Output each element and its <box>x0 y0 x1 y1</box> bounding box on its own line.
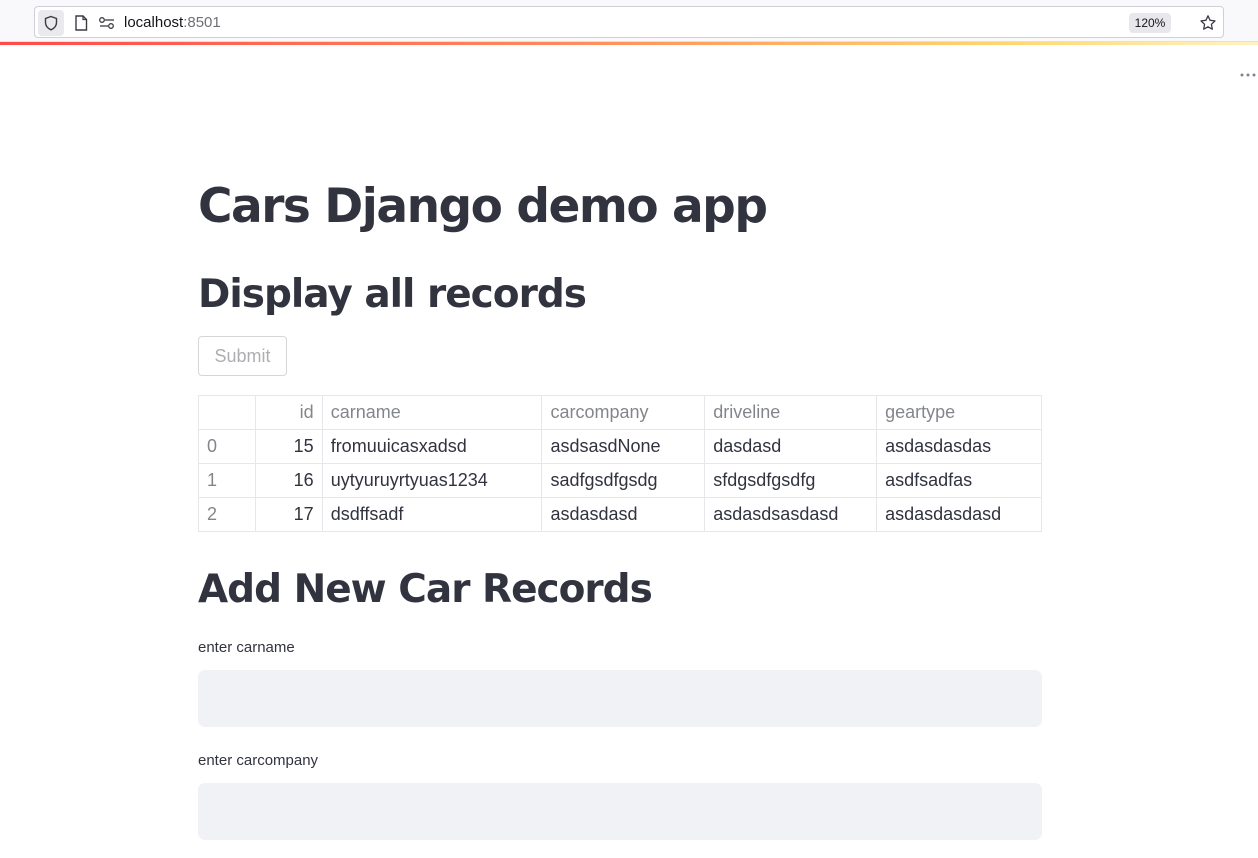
column-header-geartype[interactable]: geartype <box>876 395 1042 430</box>
carcompany-label: enter carcompany <box>198 752 319 769</box>
cell-carcompany: asdasdasd <box>541 497 706 532</box>
cell-carname: fromuuicasxadsd <box>321 429 543 464</box>
page-title: Cars Django demo app <box>198 179 768 234</box>
address-bar[interactable]: localhost:8501 120% <box>34 6 1224 38</box>
row-index: 0 <box>198 429 256 464</box>
cell-carcompany: asdsasdNone <box>541 429 706 464</box>
carname-label: enter carname <box>198 639 295 656</box>
url-host: localhost <box>124 14 184 31</box>
column-header-driveline[interactable]: driveline <box>704 395 878 430</box>
table-header-row: id carname carcompany driveline geartype <box>198 395 1042 430</box>
column-header-index[interactable] <box>198 395 256 430</box>
column-header-carcompany[interactable]: carcompany <box>541 395 706 430</box>
submit-button[interactable]: Submit <box>198 336 287 376</box>
row-index: 1 <box>198 463 256 498</box>
carname-input[interactable] <box>198 670 1042 727</box>
cell-carcompany: sadfgsdfgsdg <box>541 463 706 498</box>
cell-id: 15 <box>254 429 323 464</box>
browser-toolbar: localhost:8501 120% <box>0 0 1258 42</box>
table-row: 0 15 fromuuicasxadsd asdsasdNone dasdasd… <box>198 429 1042 464</box>
cell-geartype: asdasdasdasd <box>876 497 1042 532</box>
page-icon <box>71 7 91 39</box>
loading-decoration-bar <box>0 42 1258 45</box>
add-records-heading: Add New Car Records <box>198 567 653 612</box>
cell-carname: dsdffsadf <box>321 497 543 532</box>
display-records-heading: Display all records <box>198 272 587 317</box>
records-table: id carname carcompany driveline geartype… <box>198 395 1042 532</box>
url-text[interactable]: localhost:8501 <box>124 7 221 39</box>
cell-driveline: sfdgsdfgsdfg <box>704 463 878 498</box>
star-icon[interactable] <box>1193 7 1223 39</box>
row-index: 2 <box>198 497 256 532</box>
site-info-icon[interactable] <box>96 7 118 39</box>
cell-id: 17 <box>254 497 323 532</box>
zoom-level-badge[interactable]: 120% <box>1129 13 1171 33</box>
table-row: 1 16 uytyuruyrtyuas1234 sadfgsdfgsdg sfd… <box>198 463 1042 498</box>
url-port: :8501 <box>183 14 221 31</box>
carcompany-input[interactable] <box>198 783 1042 840</box>
cell-id: 16 <box>254 463 323 498</box>
cell-driveline: asdasdsasdasd <box>704 497 878 532</box>
cell-driveline: dasdasd <box>704 429 878 464</box>
cell-geartype: asdfsadfas <box>876 463 1042 498</box>
shield-icon[interactable] <box>38 10 64 36</box>
column-header-carname[interactable]: carname <box>321 395 543 430</box>
column-header-id[interactable]: id <box>254 395 323 430</box>
table-row: 2 17 dsdffsadf asdasdasd asdasdsasdasd a… <box>198 497 1042 532</box>
cell-carname: uytyuruyrtyuas1234 <box>321 463 543 498</box>
cell-geartype: asdasdasdas <box>876 429 1042 464</box>
menu-icon[interactable] <box>1240 66 1256 82</box>
